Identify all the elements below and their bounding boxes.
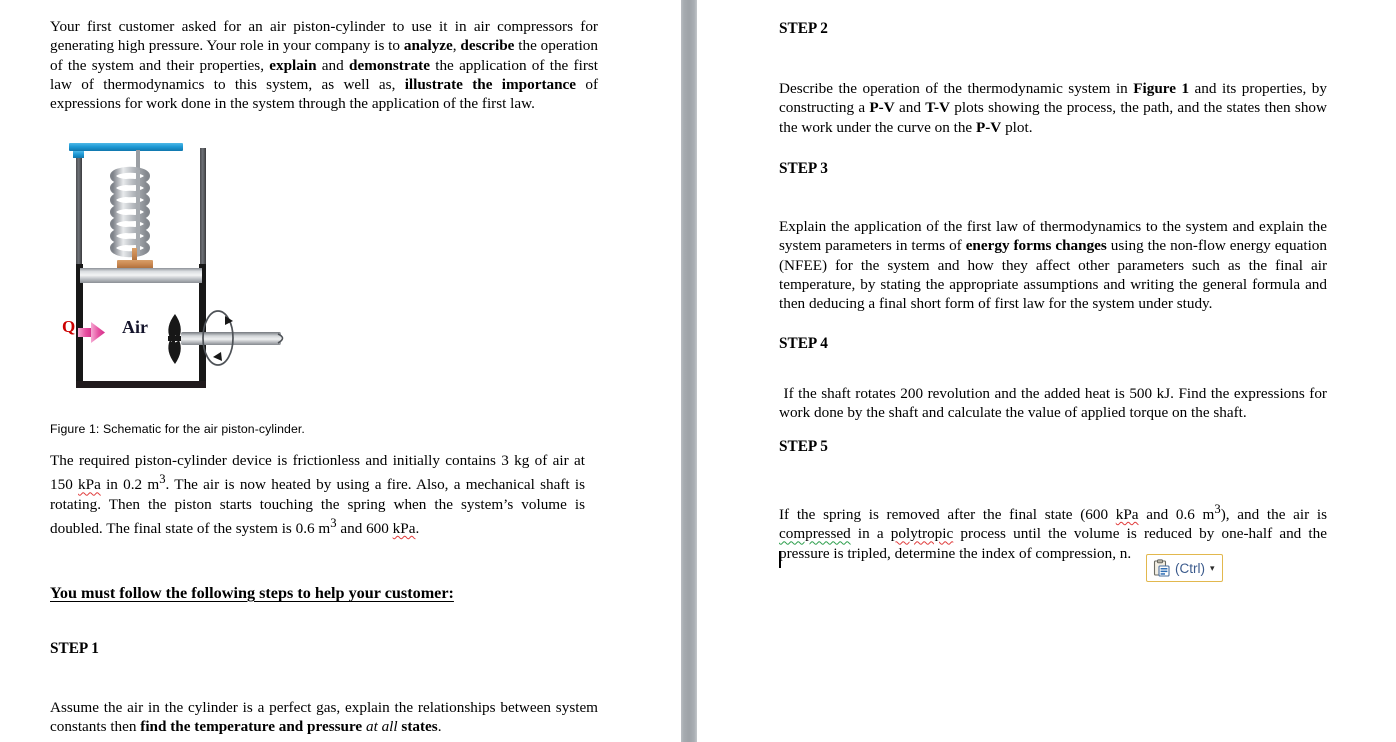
paste-options-label: (Ctrl)	[1175, 560, 1205, 576]
text-cursor-caret	[779, 551, 781, 568]
figure-caption: Figure 1: Schematic for the air piston-c…	[50, 422, 305, 436]
paddle-wheel-icon	[168, 314, 181, 364]
piston-cylinder-svg: Q Air	[62, 143, 284, 388]
step-1-body: Assume the air in the cylinder is a perf…	[50, 699, 598, 736]
step-3-heading: STEP 3	[779, 160, 828, 177]
spring-support-bar	[69, 143, 183, 151]
step-3-body: Explain the application of the first law…	[779, 218, 1327, 313]
paste-options-button[interactable]: (Ctrl) ▾	[1146, 554, 1223, 582]
cylinder-base	[76, 381, 206, 388]
device-description-paragraph: The required piston-cylinder device is f…	[50, 452, 586, 538]
cylinder-upper-right-rail	[200, 148, 206, 270]
spring-core-rod	[136, 170, 140, 254]
cylinder-upper-left-rail	[76, 148, 82, 270]
steps-heading: You must follow the following steps to h…	[50, 584, 454, 602]
chevron-down-icon[interactable]: ▾	[1210, 563, 1215, 573]
step-4-body: If the shaft rotates 200 revolution and …	[779, 385, 1327, 422]
spring-support-bracket	[73, 151, 84, 158]
word-document-view: Your first customer asked for an air pis…	[0, 0, 1396, 742]
step-5-heading: STEP 5	[779, 438, 828, 455]
step-2-body: Describe the operation of the thermodyna…	[779, 80, 1327, 136]
document-page-left: Your first customer asked for an air pis…	[0, 0, 681, 742]
coil-spring	[110, 166, 150, 258]
spring-foot-base	[117, 260, 153, 269]
step-2-heading: STEP 2	[779, 20, 828, 37]
heat-label-Q: Q	[62, 317, 75, 336]
intro-paragraph: Your first customer asked for an air pis…	[50, 18, 599, 113]
step-1-heading: STEP 1	[50, 640, 99, 657]
piston-plate	[80, 268, 202, 283]
figure-1-schematic: Q Air	[50, 136, 320, 398]
page-gutter-divider	[681, 0, 697, 742]
clipboard-paste-icon	[1153, 559, 1170, 577]
step-5-body: If the spring is removed after the final…	[779, 502, 1327, 562]
spring-foot-stem	[132, 248, 137, 262]
rotating-shaft	[181, 332, 281, 345]
step-4-heading: STEP 4	[779, 335, 828, 352]
gas-label-air: Air	[122, 317, 148, 337]
